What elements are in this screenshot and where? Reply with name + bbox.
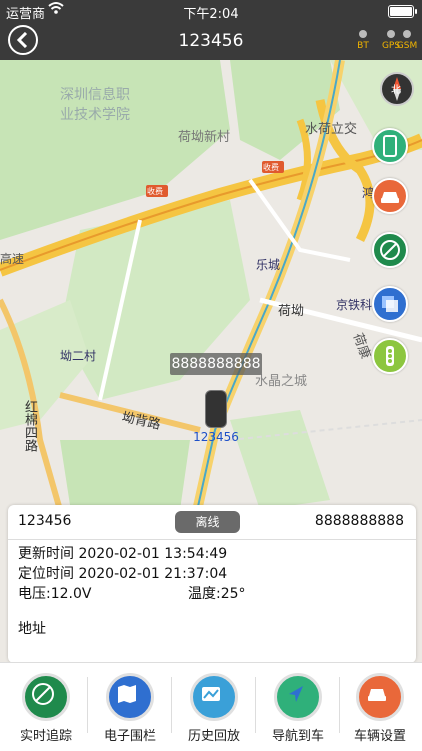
vehicle-label: 8888888888 bbox=[170, 353, 262, 375]
compass-north-label: 北 bbox=[391, 85, 401, 96]
geofence-button[interactable]: 电子围栏 bbox=[88, 663, 172, 751]
locate-time: 定位时间 2020-02-01 21:37:04 bbox=[18, 566, 228, 582]
gsm-label: GSM bbox=[396, 41, 418, 51]
phone-view-button[interactable] bbox=[372, 128, 408, 164]
navigate-to-car-button[interactable]: 导航到车 bbox=[256, 663, 340, 751]
battery-icon bbox=[388, 5, 417, 18]
vehicle-info-card: 123456 离线 8888888888 更新时间 2020-02-01 13:… bbox=[8, 505, 416, 663]
map-fence-icon bbox=[106, 673, 154, 721]
map-label-toll-1: 收费 bbox=[147, 187, 163, 196]
map-label-aoercun: 坳二村 bbox=[60, 349, 97, 363]
layers-button[interactable] bbox=[372, 286, 408, 322]
nav-bar: 123456 BT GPS GSM bbox=[0, 22, 422, 60]
map-label-shuijingzhicheng: 水晶之城 bbox=[255, 374, 308, 389]
status-bar: 运营商 下午2:04 bbox=[0, 0, 422, 22]
navigation-icon bbox=[274, 673, 322, 721]
traffic-light-icon bbox=[386, 346, 394, 366]
update-time: 更新时间 2020-02-01 13:54:49 bbox=[18, 546, 228, 562]
map-label-expressway: 高速 bbox=[0, 252, 25, 266]
map-label-toll-2: 收费 bbox=[263, 163, 279, 172]
phone-icon bbox=[383, 135, 397, 157]
traffic-off-button[interactable] bbox=[372, 232, 408, 268]
divider bbox=[8, 539, 416, 540]
map-label-hexinxincun: 荷坳新村 bbox=[178, 130, 231, 145]
tool-label: 实时追踪 bbox=[19, 729, 72, 744]
tool-label: 历史回放 bbox=[187, 729, 240, 744]
clock: 下午2:04 bbox=[183, 7, 239, 22]
status-badge: 离线 bbox=[175, 511, 240, 533]
map-label-lecheng: 乐城 bbox=[256, 258, 281, 272]
vehicle-map-name: 123456 bbox=[193, 430, 239, 444]
map-label-heao: 荷坳 bbox=[278, 304, 305, 319]
map-label-school-2: 业技术学院 bbox=[60, 107, 130, 123]
bottom-toolbar: 实时追踪 电子围栏 历史回放 导航到车 车辆设置 bbox=[0, 662, 422, 751]
tool-label: 导航到车 bbox=[271, 729, 324, 744]
map-label-school-1: 深圳信息职 bbox=[60, 87, 130, 103]
car-icon bbox=[381, 192, 399, 203]
voltage: 电压:12.0V bbox=[18, 586, 92, 602]
temperature: 温度:25° bbox=[188, 586, 246, 602]
vehicle-marker-icon[interactable] bbox=[205, 390, 227, 428]
tool-label: 电子围栏 bbox=[103, 729, 156, 744]
realtime-tracking-button[interactable]: 实时追踪 bbox=[4, 663, 88, 751]
map-label-shuihe-interchange: 水荷立交 bbox=[305, 122, 358, 137]
address: 地址 bbox=[18, 621, 46, 637]
compass-button[interactable]: 北 bbox=[380, 72, 414, 106]
map-label-jingtieke: 京铁科 bbox=[336, 298, 373, 312]
car-settings-icon bbox=[356, 673, 404, 721]
traffic-button[interactable] bbox=[372, 338, 408, 374]
tool-label: 车辆设置 bbox=[353, 729, 406, 744]
tracking-icon bbox=[22, 673, 70, 721]
history-playback-button[interactable]: 历史回放 bbox=[172, 663, 256, 751]
vehicle-settings-button[interactable]: 车辆设置 bbox=[338, 663, 422, 751]
vehicle-phone: 8888888888 bbox=[314, 513, 404, 529]
no-signal-icon bbox=[380, 240, 400, 260]
map-label-hongmian-road: 红棉四路 bbox=[22, 400, 37, 452]
playback-icon bbox=[190, 673, 238, 721]
layers-icon bbox=[382, 296, 398, 312]
vehicle-name: 123456 bbox=[18, 513, 72, 529]
gsm-indicator: GSM bbox=[392, 30, 422, 51]
car-view-button[interactable] bbox=[372, 178, 408, 214]
